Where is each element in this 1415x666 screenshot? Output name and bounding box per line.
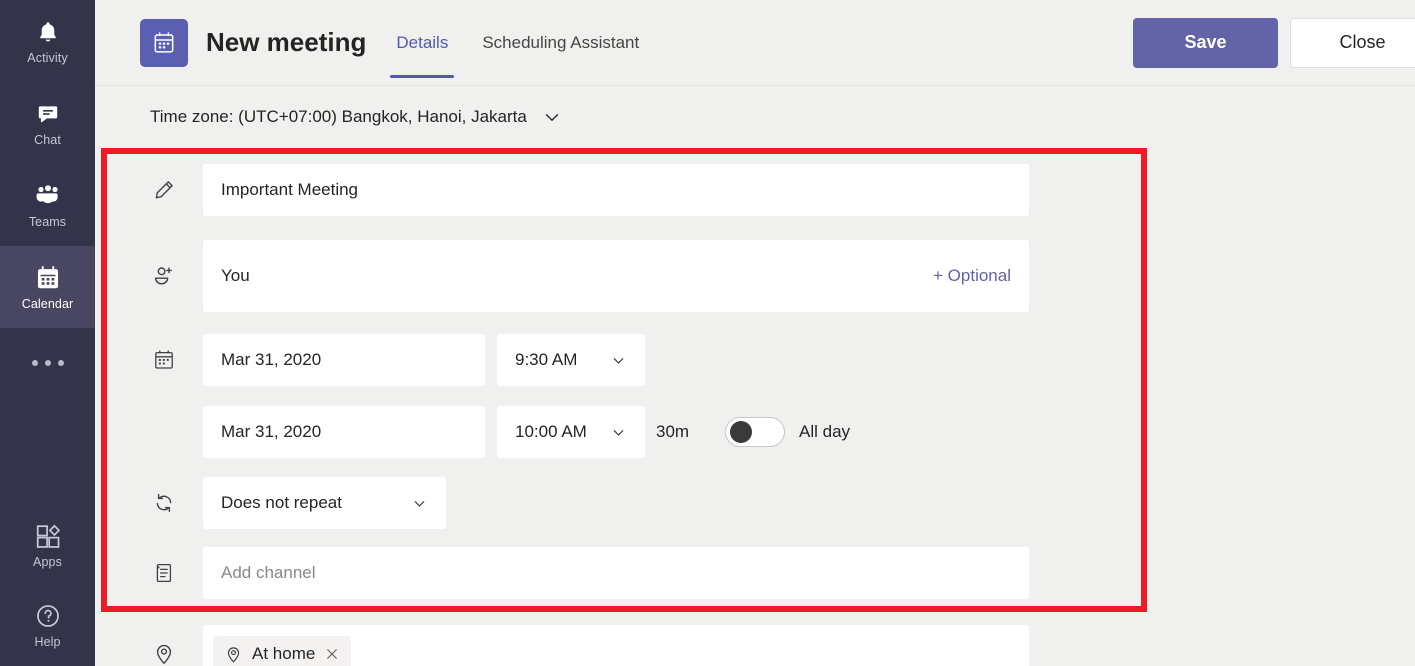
meeting-title-input[interactable]: Important Meeting bbox=[203, 164, 1029, 216]
start-time-value: 9:30 AM bbox=[515, 350, 578, 369]
channel-row: Add channel bbox=[95, 547, 1415, 599]
tab-scheduling-assistant[interactable]: Scheduling Assistant bbox=[474, 0, 647, 86]
tab-bar: Details Scheduling Assistant bbox=[388, 0, 647, 86]
sidebar-item-help[interactable]: Help bbox=[0, 584, 95, 666]
pencil-icon bbox=[147, 173, 181, 207]
help-icon bbox=[33, 602, 63, 630]
apps-icon bbox=[33, 522, 63, 550]
sidebar-item-label: Help bbox=[34, 634, 61, 649]
add-channel-placeholder: Add channel bbox=[221, 563, 316, 582]
start-datetime-row: Mar 31, 2020 9:30 AM bbox=[95, 334, 1415, 386]
timezone-label: Time zone: (UTC+07:00) Bangkok, Hanoi, J… bbox=[150, 107, 527, 126]
end-time-dropdown[interactable]: 10:00 AM bbox=[497, 406, 645, 458]
sidebar-item-chat[interactable]: Chat bbox=[0, 82, 95, 164]
repeat-row: Does not repeat bbox=[95, 477, 1415, 529]
duration-label: 30m bbox=[656, 422, 690, 441]
sidebar-item-more[interactable] bbox=[0, 328, 95, 398]
close-icon[interactable] bbox=[324, 646, 340, 662]
add-channel-input[interactable]: Add channel bbox=[203, 547, 1029, 599]
start-time-dropdown[interactable]: 9:30 AM bbox=[497, 334, 645, 386]
sidebar-item-teams[interactable]: Teams bbox=[0, 164, 95, 246]
chevron-down-icon bbox=[411, 495, 428, 512]
end-datetime-row: Mar 31, 2020 10:00 AM 30m All day bbox=[95, 406, 1415, 458]
timezone-bar[interactable]: Time zone: (UTC+07:00) Bangkok, Hanoi, J… bbox=[95, 86, 1415, 148]
chat-icon bbox=[33, 100, 63, 128]
calendar-icon bbox=[33, 264, 63, 292]
teams-new-meeting-window: Activity Chat Teams Calendar Apps Help N… bbox=[0, 0, 1415, 666]
sidebar-item-label: Teams bbox=[28, 214, 67, 229]
start-date-value: Mar 31, 2020 bbox=[221, 350, 322, 369]
end-time-value: 10:00 AM bbox=[515, 422, 587, 441]
attendees-row: You + Optional bbox=[95, 240, 1415, 312]
sidebar-item-activity[interactable]: Activity bbox=[0, 0, 95, 82]
repeat-value: Does not repeat bbox=[221, 493, 342, 512]
dot bbox=[31, 360, 38, 366]
all-day-label: All day bbox=[799, 422, 851, 441]
channel-icon bbox=[147, 556, 181, 590]
attendees-value: You bbox=[221, 266, 250, 285]
sidebar-item-label: Chat bbox=[34, 132, 61, 147]
sidebar-item-label: Apps bbox=[33, 554, 62, 569]
dot bbox=[44, 360, 51, 366]
dot bbox=[57, 360, 64, 366]
tab-label: Scheduling Assistant bbox=[482, 32, 640, 52]
meeting-form: Important Meeting You + Optional Mar 31,… bbox=[95, 148, 1415, 666]
repeat-dropdown[interactable]: Does not repeat bbox=[203, 477, 446, 529]
teams-icon bbox=[33, 182, 63, 210]
sidebar-item-apps[interactable]: Apps bbox=[0, 506, 95, 584]
close-button[interactable]: Close bbox=[1290, 17, 1415, 68]
header-actions: Save Close bbox=[1133, 17, 1415, 68]
tab-label: Details bbox=[396, 32, 449, 52]
sidebar-item-calendar[interactable]: Calendar bbox=[0, 246, 95, 328]
add-person-icon bbox=[147, 259, 181, 293]
all-day-toggle[interactable] bbox=[725, 417, 785, 447]
window-header: New meeting Details Scheduling Assistant… bbox=[95, 0, 1415, 86]
chevron-down-icon bbox=[610, 424, 627, 441]
location-icon bbox=[147, 637, 181, 666]
end-date-value: Mar 31, 2020 bbox=[221, 422, 322, 441]
location-input[interactable]: At home bbox=[203, 625, 1029, 666]
sidebar-item-label: Activity bbox=[27, 50, 68, 65]
start-date-input[interactable]: Mar 31, 2020 bbox=[203, 334, 485, 386]
location-chip[interactable]: At home bbox=[213, 636, 352, 666]
location-icon bbox=[224, 645, 243, 664]
tab-details[interactable]: Details bbox=[388, 0, 456, 86]
meeting-calendar-icon bbox=[140, 18, 188, 67]
chevron-down-icon[interactable] bbox=[541, 106, 563, 128]
attendees-input[interactable]: You + Optional bbox=[203, 240, 1029, 312]
add-optional-link[interactable]: + Optional bbox=[933, 266, 1011, 286]
page-title: New meeting bbox=[206, 27, 367, 57]
calendar-icon bbox=[147, 343, 181, 377]
location-chip-label: At home bbox=[252, 644, 316, 663]
chevron-down-icon bbox=[610, 352, 627, 369]
save-button[interactable]: Save bbox=[1133, 17, 1278, 68]
title-row: Important Meeting bbox=[95, 164, 1415, 216]
app-rail: Activity Chat Teams Calendar Apps Help bbox=[0, 0, 95, 666]
repeat-icon bbox=[147, 486, 181, 520]
meeting-title-value: Important Meeting bbox=[221, 180, 359, 199]
end-date-input[interactable]: Mar 31, 2020 bbox=[203, 406, 485, 458]
toggle-knob bbox=[730, 421, 752, 443]
bell-icon bbox=[33, 18, 63, 46]
sidebar-item-label: Calendar bbox=[21, 296, 74, 311]
location-row: At home bbox=[95, 625, 1415, 666]
